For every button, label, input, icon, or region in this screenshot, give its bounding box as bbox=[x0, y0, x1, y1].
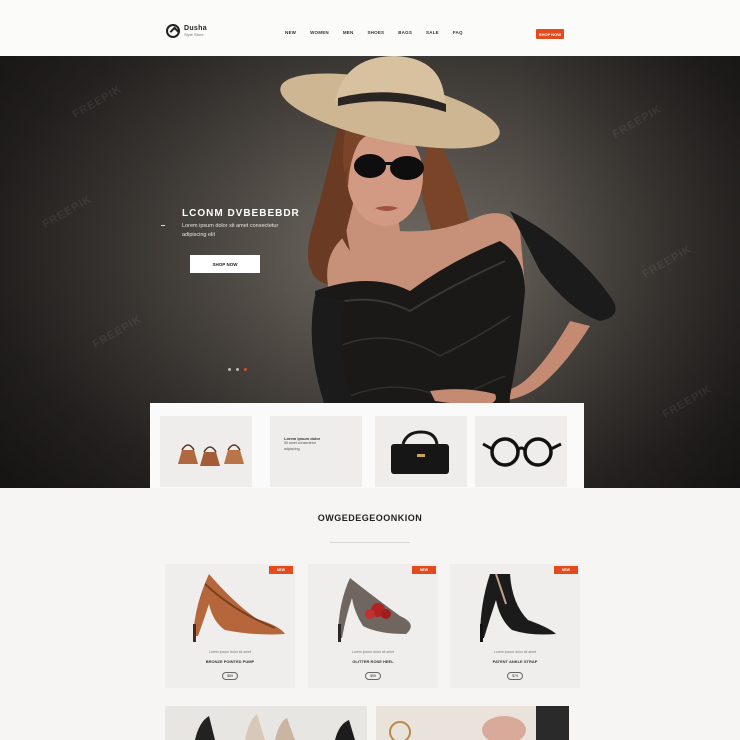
category-strip: Lorem ipsum dolor Sit amet consectetur a… bbox=[150, 403, 584, 488]
page: Dusha Style Store NEW WOMEN MEN SHOES BA… bbox=[0, 0, 740, 740]
category-card-bags[interactable] bbox=[160, 416, 252, 487]
site-header: Dusha Style Store NEW WOMEN MEN SHOES BA… bbox=[0, 0, 740, 56]
product-price-button[interactable]: $79 bbox=[507, 672, 523, 680]
product-card[interactable]: NEW Lorem ipsum dolor sit amet GLITTER R… bbox=[308, 564, 438, 688]
glitter-heel-image bbox=[338, 578, 411, 642]
bronze-pump-image bbox=[193, 574, 285, 642]
handbag-image bbox=[391, 430, 449, 474]
product-description: Lorem ipsum dolor sit amet bbox=[208, 650, 252, 654]
hero-divider bbox=[161, 225, 165, 226]
product-price-button[interactable]: $95 bbox=[365, 672, 381, 680]
promo-banner-jewelry[interactable] bbox=[376, 706, 569, 740]
header-cta-button[interactable]: SHOP NOW bbox=[536, 29, 564, 39]
product-card[interactable]: NEW Lorem ipsum dolor sit amet PATENT AN… bbox=[450, 564, 580, 688]
nav-item-new[interactable]: NEW bbox=[285, 30, 296, 35]
nav-item-faq[interactable]: FAQ bbox=[453, 30, 463, 35]
hero-title: LCONM DVBEBEBDR bbox=[182, 208, 300, 219]
nav-item-bags[interactable]: BAGS bbox=[398, 30, 412, 35]
product-description: Lorem ipsum dolor sit amet bbox=[493, 650, 537, 654]
promo-banner-shoes[interactable] bbox=[165, 706, 367, 740]
product-description: Lorem ipsum dolor sit amet bbox=[351, 650, 395, 654]
main-nav: NEW WOMEN MEN SHOES BAGS SALE FAQ bbox=[285, 30, 463, 35]
brand-logo[interactable]: Dusha Style Store bbox=[166, 24, 207, 38]
product-price-button[interactable]: $89 bbox=[222, 672, 238, 680]
patent-heel-image bbox=[480, 573, 556, 642]
nav-item-sale[interactable]: SALE bbox=[426, 30, 439, 35]
carousel-dot[interactable] bbox=[228, 368, 231, 371]
brand-mark-icon bbox=[166, 24, 180, 38]
category-card-handbag[interactable] bbox=[375, 416, 467, 487]
hero-subtitle-line: Lorem ipsum dolor sit amet consectetur bbox=[182, 223, 279, 229]
bags-image bbox=[178, 444, 244, 466]
product-name: PATENT ANKLE STRAP bbox=[492, 659, 538, 664]
product-badge: NEW bbox=[412, 566, 436, 574]
hero-subtitle-line: adipiscing elit bbox=[182, 231, 216, 238]
product-name: BRONZE POINTED PUMP bbox=[205, 659, 255, 664]
nav-item-women[interactable]: WOMEN bbox=[310, 30, 329, 35]
section-divider bbox=[330, 542, 410, 543]
product-badge: NEW bbox=[269, 566, 293, 574]
jewelry-banner-image bbox=[389, 706, 569, 740]
shoes-banner-image bbox=[195, 714, 355, 740]
product-name: GLITTER ROSE HEEL bbox=[352, 659, 394, 664]
product-card[interactable]: NEW Lorem ipsum dolor sit amet BRONZE PO… bbox=[165, 564, 295, 688]
product-badge: NEW bbox=[554, 566, 578, 574]
carousel-dot[interactable] bbox=[236, 368, 239, 371]
category-line: adipiscing bbox=[284, 446, 300, 451]
sunglasses-image bbox=[482, 437, 562, 467]
hero-shop-button[interactable]: SHOP NOW bbox=[190, 255, 260, 273]
brand-name: Dusha bbox=[184, 25, 207, 32]
carousel-dot-active[interactable] bbox=[244, 368, 247, 371]
category-card-sunglasses[interactable] bbox=[475, 416, 567, 487]
section-title: OWGEDEGEOONKION bbox=[317, 513, 423, 523]
hero-subtitle: Lorem ipsum dolor sit amet consectetur a… bbox=[182, 222, 312, 240]
carousel-dots bbox=[228, 368, 247, 371]
brand-tagline: Style Store bbox=[184, 32, 204, 37]
nav-item-shoes[interactable]: SHOES bbox=[367, 30, 384, 35]
category-card-text[interactable]: Lorem ipsum dolor Sit amet consectetur a… bbox=[270, 416, 362, 487]
nav-item-men[interactable]: MEN bbox=[343, 30, 354, 35]
